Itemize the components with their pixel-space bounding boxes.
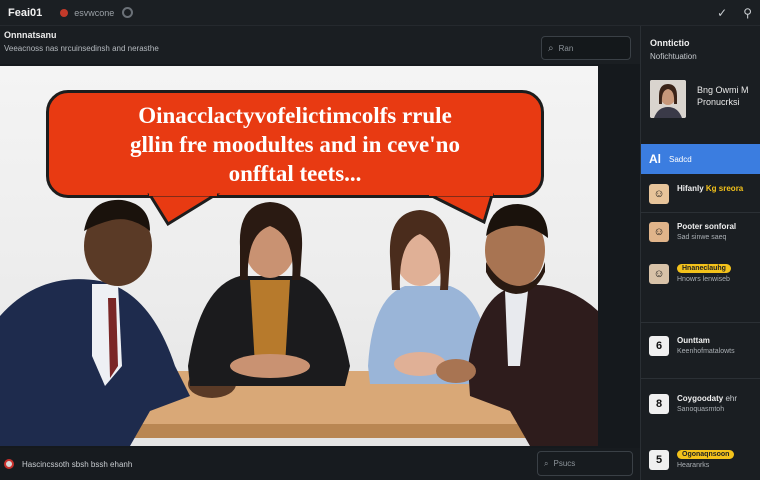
person-thumbnail-icon: ☺	[649, 222, 669, 242]
sidebar-item-badge: Ogonaqnsoon	[677, 450, 735, 459]
speech-bubble-caption: Oinacclactyvofelictimcolfs rrule gllin f…	[46, 90, 544, 198]
search-icon: ⌕	[544, 458, 549, 468]
sidebar-item-title: Hifanly Kg sreora	[677, 184, 744, 193]
sidebar-item-subtitle: Hearanrks	[677, 462, 710, 469]
search-input[interactable]: ⌕ Ran	[541, 36, 631, 60]
search-icon: ⌕	[548, 42, 554, 54]
divider	[641, 212, 760, 213]
meeting-subtitle: Veeacnoss nas nrcuinsedinsh and nerasthe	[4, 44, 159, 53]
number-8-icon: 8	[649, 394, 669, 414]
search-placeholder: Ran	[558, 43, 574, 53]
ai-icon: Al	[649, 152, 661, 166]
caption-line: Oinacclactyvofelictimcolfs rrule	[138, 102, 452, 128]
divider	[641, 378, 760, 379]
meeting-header: Onnnatsanu Veeacnoss nas nrcuinsedinsh a…	[0, 26, 640, 64]
profile-info: Bng Owmi M Pronucrksi	[697, 84, 749, 108]
sidebar-item[interactable]: 8 Coygoodaty ehr Sanoquasmtoh	[641, 394, 760, 414]
sidebar-title: Onntictio	[650, 38, 690, 48]
top-bar: Feai01 esvwcone ✓ ⚲	[0, 0, 760, 26]
app-subtitle: esvwcone	[74, 7, 115, 18]
live-indicator-icon	[4, 459, 14, 469]
bottom-bar: Hascincssoth sbsh bssh ehanh ⌕ Psucs	[0, 448, 640, 480]
sidebar-item[interactable]: ☺ Hifanly Kg sreora	[641, 184, 760, 204]
sidebar-item-subtitle: Sad sinwe saeq	[677, 234, 727, 241]
divider	[641, 322, 760, 323]
recording-dot-icon	[60, 8, 69, 17]
app-title: Feai01	[8, 6, 43, 19]
sidebar-item-subtitle: Sanoquasmtoh	[677, 406, 725, 413]
person-thumbnail-icon: ☺	[649, 264, 669, 284]
caption-line: gllin fre moodultes and in ceve'no	[130, 131, 460, 157]
right-sidebar: Onntictio Nofichtuation Bng Owmi M Pronu…	[640, 26, 760, 480]
avatar-image	[650, 80, 686, 118]
caption-line: onfftal teets...	[228, 160, 362, 186]
sidebar-item[interactable]: 5 Ogonaqnsoon Hearanrks	[641, 450, 760, 470]
status-circle-icon	[122, 7, 134, 18]
check-icon[interactable]: ✓	[717, 6, 727, 20]
bottom-caption: Hascincssoth sbsh bssh ehanh	[22, 459, 133, 469]
sidebar-item[interactable]: 6 Ounttam Keenhofmatalowts	[641, 336, 760, 356]
sidebar-item-subtitle: Hnowrs lenwiseb	[677, 276, 730, 283]
sidebar-subtitle: Nofichtuation	[650, 52, 697, 61]
sidebar-item[interactable]: ☺ Pooter sonforal Sad sinwe saeq	[641, 222, 760, 242]
number-5-icon: 5	[649, 450, 669, 470]
person-center-left	[188, 202, 350, 386]
sidebar-item-label: Sadcd	[669, 154, 692, 164]
sidebar-item[interactable]: ☺ Hnaneclauhg Hnowrs lenwiseb	[641, 264, 760, 284]
person-thumbnail-icon: ☺	[649, 184, 669, 204]
sidebar-item-title: Ounttam	[677, 336, 710, 345]
avatar[interactable]	[650, 80, 686, 118]
meeting-title: Onnnatsanu	[4, 30, 57, 40]
video-stage[interactable]: Oinacclactyvofelictimcolfs rrule gllin f…	[0, 66, 598, 446]
sidebar-item-badge: Hnaneclauhg	[677, 264, 731, 273]
top-actions: ✓ ⚲	[717, 6, 752, 20]
reply-placeholder: Psucs	[553, 459, 576, 468]
sidebar-item-title: Pooter sonforal	[677, 222, 737, 231]
reply-input[interactable]: ⌕ Psucs	[537, 451, 633, 476]
table-edge	[98, 424, 535, 438]
sidebar-item-active[interactable]: Al Sadcd	[641, 144, 760, 174]
number-6-icon: 6	[649, 336, 669, 356]
pin-icon[interactable]: ⚲	[743, 6, 752, 20]
sidebar-heading: Onntictio Nofichtuation	[650, 36, 697, 64]
profile-role: Pronucrksi	[697, 97, 740, 107]
profile-name: Bng Owmi M	[697, 85, 749, 95]
sidebar-item-title: Coygoodaty ehr	[677, 394, 738, 403]
sidebar-item-subtitle: Keenhofmatalowts	[677, 348, 735, 355]
